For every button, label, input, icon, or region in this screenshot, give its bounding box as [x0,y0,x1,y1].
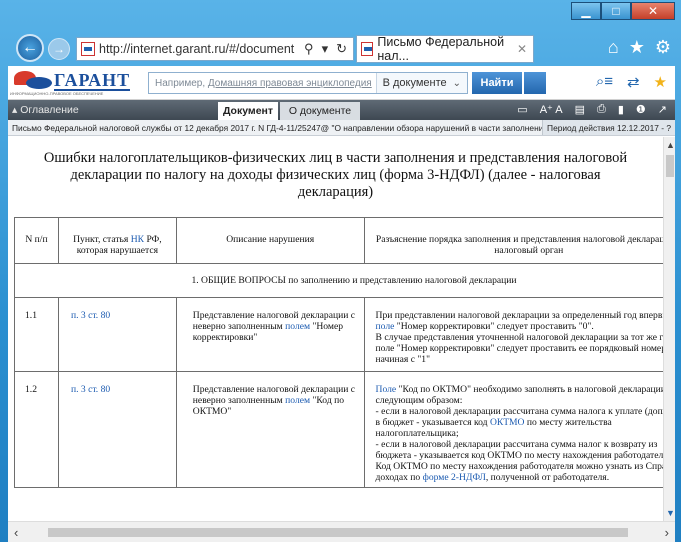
scroll-thumb[interactable] [48,528,628,537]
horizontal-scrollbar[interactable]: ‹ › [8,521,675,542]
header-num: N п/п [14,217,59,264]
info-icon[interactable]: ❶ [636,103,646,116]
browser-tab[interactable]: Письмо Федеральной нал... ✕ [356,35,534,63]
close-button[interactable]: ✕ [631,2,675,20]
refresh-icon[interactable]: ↻ [336,41,347,57]
table-row: 1.2 п. 3 ст. 80 Представление налоговой … [14,371,663,488]
article-link[interactable]: п. 3 ст. 80 [71,310,110,321]
window-controls: ▁ □ ✕ [571,2,675,20]
header-desc: Описание нарушения [175,217,365,264]
document-header-title: Письмо Федеральной налоговой службы от 1… [12,122,579,133]
garant-logo-mark [14,69,54,93]
home-icon[interactable]: ⌂ [608,37,619,58]
chevron-down-icon: ⌄ [452,77,461,89]
tab-about[interactable]: О документе [280,102,360,120]
section-row: 1. ОБЩИЕ ВОПРОСЫ по заполнению и предста… [14,263,663,298]
scroll-right-icon[interactable]: › [665,525,669,540]
scroll-left-icon[interactable]: ‹ [14,525,18,540]
find-button[interactable]: Найти [472,72,522,94]
document-title-bar: Письмо Федеральной налоговой службы от 1… [8,120,675,136]
article-link[interactable]: п. 3 ст. 80 [71,384,110,395]
document-body: Ошибки налогоплательщиков-физических лиц… [8,137,663,521]
bookmark-icon[interactable]: ▮ [618,103,624,116]
compare-icon[interactable]: ▤ [575,103,585,116]
read-mode-icon[interactable]: ▭ [517,103,527,116]
search-input[interactable]: Например, Домашняя правовая энциклопедия… [148,72,468,94]
font-size-control[interactable]: A⁺ A [540,103,563,116]
section-title: 1. ОБЩИЕ ВОПРОСЫ по заполнению и предста… [14,263,663,298]
search-icon[interactable]: ⚲ [304,41,314,57]
nk-link[interactable]: НК [131,234,144,245]
oktmo-link[interactable]: ОКТМО [490,417,525,428]
dropdown-icon[interactable]: ▾ [322,41,329,57]
search-scope-select[interactable]: В документе ⌄ [375,73,467,93]
field-link[interactable]: полем [285,321,310,332]
violations-table: N п/п Пункт, статья НК РФ, которая наруш… [14,217,663,488]
page-content: ГАРАНТ ИНФОРМАЦИОННО-ПРАВОВОЕ ОБЕСПЕЧЕНИ… [8,66,675,542]
minimize-button[interactable]: ▁ [571,2,601,20]
connection-icon[interactable]: ⇄ [627,73,640,91]
header-expl: Разъяснение порядка заполнения и предста… [363,217,663,264]
period-badge[interactable]: Период действия 12.12.2017 - ? [542,120,675,135]
close-tab-icon[interactable]: ✕ [517,42,527,56]
gear-icon[interactable]: ⚙ [655,37,671,58]
tab-contents[interactable]: ▴ Оглавление [12,104,79,116]
scroll-down-icon[interactable]: ▼ [666,508,675,518]
maximize-button[interactable]: □ [601,2,631,20]
table-header-row: N п/п Пункт, статья НК РФ, которая наруш… [14,217,663,264]
forward-arrow-icon[interactable]: → [48,38,70,60]
site-favicon-icon [81,42,95,56]
tab-title: Письмо Федеральной нал... [377,35,505,63]
find-options-button[interactable] [524,72,546,94]
tab-document[interactable]: Документ [218,102,278,120]
document-title: Ошибки налогоплательщиков-физических лиц… [43,150,628,200]
form-link[interactable]: форме 2-НДФЛ [423,472,486,483]
browser-window: ▁ □ ✕ ← → http://internet.garant.ru/#/do… [0,0,681,542]
vertical-scrollbar[interactable]: ▲ ▼ [663,137,675,521]
back-arrow-icon[interactable]: ← [16,34,44,62]
field-link[interactable]: полем [285,395,310,406]
garant-logo[interactable]: ГАРАНТ [14,69,131,93]
address-bar[interactable]: http://internet.garant.ru/#/document ⚲ ▾… [76,37,354,61]
header-point: Пункт, статья НК РФ, которая нарушается [57,217,177,264]
address-text: http://internet.garant.ru/#/document [99,42,295,56]
table-row: 1.1 п. 3 ст. 80 Представление налоговой … [14,297,663,372]
scroll-up-icon[interactable]: ▲ [666,140,675,150]
document-tabs: ▴ Оглавление Документ О документе ▭ A⁺ A… [8,100,675,120]
field-link[interactable]: поле [376,321,395,332]
share-icon[interactable]: ↗ [658,103,667,116]
tab-favicon-icon [361,42,374,56]
star-icon[interactable]: ★ [629,37,645,58]
favorite-star-icon[interactable]: ★ [654,73,667,91]
print-icon[interactable]: ⎙ [597,103,606,116]
browser-navbar: ← → http://internet.garant.ru/#/document… [8,33,675,65]
garant-header: ГАРАНТ ИНФОРМАЦИОННО-ПРАВОВОЕ ОБЕСПЕЧЕНИ… [8,66,675,100]
field-link[interactable]: Поле [376,384,397,395]
search-list-icon[interactable]: ⌕≡ [596,73,613,91]
scroll-thumb[interactable] [666,155,674,177]
